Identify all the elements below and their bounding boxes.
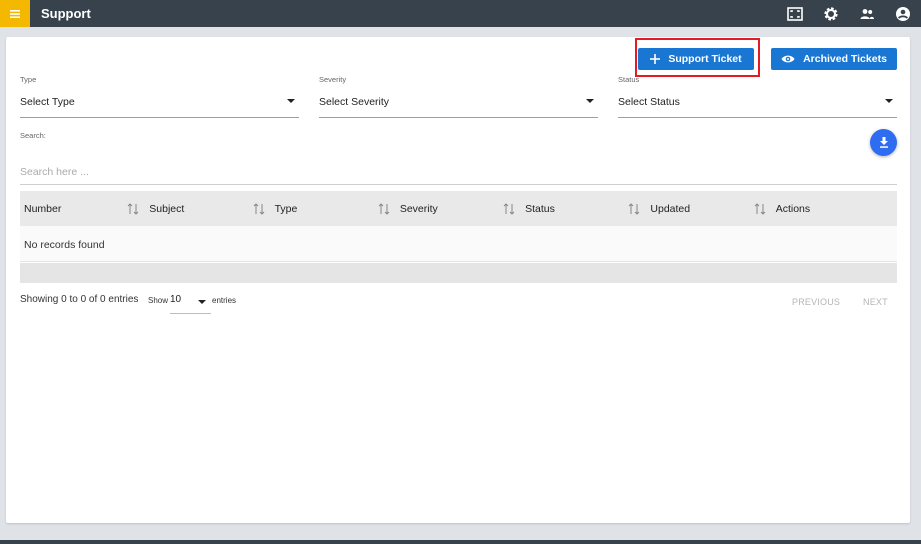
column-header-severity[interactable]: Severity bbox=[396, 191, 521, 226]
settings-button[interactable] bbox=[813, 0, 849, 27]
fullscreen-icon bbox=[787, 6, 803, 21]
column-header-updated[interactable]: Updated bbox=[646, 191, 771, 226]
download-icon bbox=[879, 137, 888, 148]
sort-icon bbox=[127, 203, 139, 215]
bottom-bar bbox=[0, 540, 921, 544]
column-header-type[interactable]: Type bbox=[271, 191, 396, 226]
caret-down-icon bbox=[287, 99, 295, 103]
archived-tickets-label: Archived Tickets bbox=[803, 53, 887, 65]
table-header: Number Subject Type Severity Status Upda… bbox=[20, 191, 897, 226]
column-header-number[interactable]: Number bbox=[20, 191, 145, 226]
status-filter-value: Select Status bbox=[618, 96, 680, 108]
page-size-select[interactable]: 10 bbox=[170, 291, 211, 314]
support-ticket-button[interactable]: Support Ticket bbox=[638, 48, 754, 70]
caret-down-icon bbox=[586, 99, 594, 103]
menu-button[interactable] bbox=[0, 0, 30, 27]
archived-tickets-button[interactable]: Archived Tickets bbox=[771, 48, 897, 70]
page-size-value: 10 bbox=[170, 294, 182, 305]
status-filter-label: Status bbox=[618, 75, 640, 84]
caret-down-icon bbox=[198, 300, 206, 304]
plus-icon bbox=[650, 54, 661, 64]
eye-icon bbox=[781, 55, 795, 63]
menu-icon bbox=[10, 9, 20, 18]
column-header-actions: Actions bbox=[772, 191, 897, 226]
column-label: Type bbox=[274, 203, 298, 215]
support-ticket-label: Support Ticket bbox=[668, 53, 742, 65]
sort-icon bbox=[629, 203, 640, 215]
column-header-subject[interactable]: Subject bbox=[145, 191, 270, 226]
account-icon bbox=[896, 6, 910, 21]
severity-filter-value: Select Severity bbox=[319, 96, 390, 108]
severity-filter-label: Severity bbox=[319, 75, 347, 84]
type-filter-label: Type bbox=[20, 75, 37, 84]
users-button[interactable] bbox=[849, 0, 885, 27]
search-input[interactable] bbox=[20, 159, 897, 185]
download-button[interactable] bbox=[870, 129, 897, 156]
type-filter-value: Select Type bbox=[20, 96, 75, 108]
showing-entries-text: Showing 0 to 0 of 0 entries bbox=[20, 294, 139, 305]
sort-icon bbox=[378, 203, 390, 215]
sort-icon bbox=[754, 203, 766, 215]
table-footer bbox=[20, 263, 897, 283]
show-label: Show bbox=[148, 296, 169, 305]
topbar-actions bbox=[777, 0, 921, 27]
column-label: Severity bbox=[399, 203, 438, 215]
previous-page-button[interactable]: PREVIOUS bbox=[792, 297, 840, 307]
column-label: Subject bbox=[149, 203, 185, 215]
users-icon bbox=[860, 8, 874, 19]
severity-filter[interactable]: Severity Select Severity bbox=[319, 75, 598, 118]
fullscreen-button[interactable] bbox=[777, 0, 813, 27]
next-page-button[interactable]: NEXT bbox=[863, 297, 888, 307]
sort-icon bbox=[253, 203, 264, 215]
caret-down-icon bbox=[885, 99, 893, 103]
empty-message: No records found bbox=[24, 239, 105, 251]
column-label: Number bbox=[24, 203, 62, 215]
sort-icon bbox=[503, 203, 515, 215]
column-label: Status bbox=[525, 203, 555, 215]
page-title: Support bbox=[41, 6, 91, 21]
settings-icon bbox=[824, 6, 838, 21]
account-button[interactable] bbox=[885, 0, 921, 27]
search-label: Search: bbox=[20, 131, 46, 140]
column-header-status[interactable]: Status bbox=[521, 191, 646, 226]
entries-label: entries bbox=[212, 296, 237, 305]
type-filter[interactable]: Type Select Type bbox=[20, 75, 299, 118]
support-card: Support Ticket Archived Tickets Type Sel… bbox=[6, 37, 910, 523]
top-app-bar: Support bbox=[0, 0, 921, 27]
column-label: Actions bbox=[775, 203, 811, 215]
column-label: Updated bbox=[650, 203, 691, 215]
table-row: No records found bbox=[20, 226, 897, 262]
status-filter[interactable]: Status Select Status bbox=[618, 75, 897, 118]
